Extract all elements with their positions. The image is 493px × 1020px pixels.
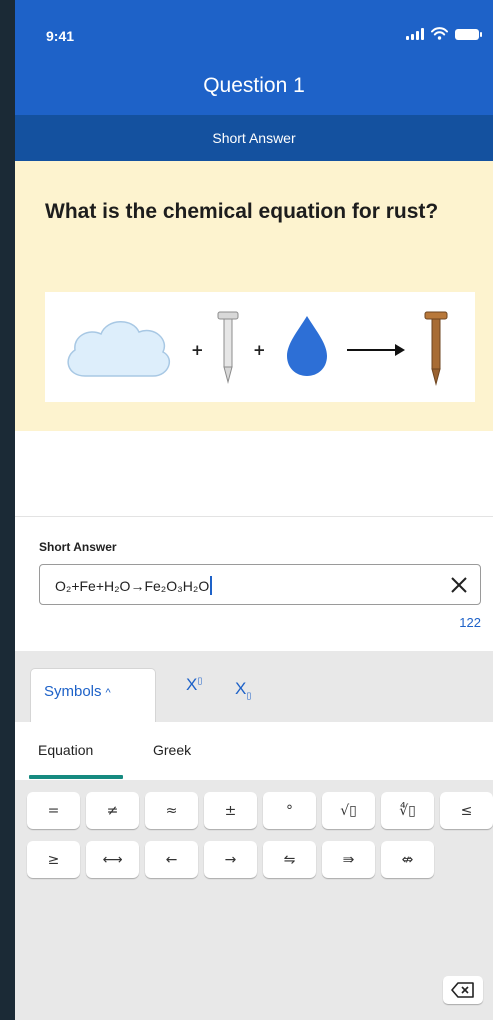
symbol-keyboard: Symbols ^ X▯ X▯ Equation Greek = ≠ ≈ ± ° … <box>15 651 493 1020</box>
plus-icon: + <box>191 341 204 359</box>
key-labeled-equilibrium[interactable]: ⇎ <box>381 841 434 878</box>
category-equation[interactable]: Equation <box>38 742 93 758</box>
key-square-root[interactable]: √▯ <box>322 792 375 829</box>
key-labeled-arrow[interactable]: ⇛ <box>322 841 375 878</box>
character-count: 122 <box>459 615 481 630</box>
key-equals[interactable]: = <box>27 792 80 829</box>
key-plus-minus[interactable]: ± <box>204 792 257 829</box>
phone-screen: 9:41 Question 1 Short Answer What is the… <box>15 0 493 1020</box>
key-double-arrow[interactable]: ⟷ <box>86 841 139 878</box>
tab-subscript[interactable]: X▯ <box>235 679 251 701</box>
active-category-indicator <box>29 775 123 779</box>
chevron-up-icon: ^ <box>105 687 111 699</box>
key-not-equal[interactable]: ≠ <box>86 792 139 829</box>
short-answer-input[interactable]: O₂+Fe+H₂O→Fe₂O₃H₂O <box>39 564 481 605</box>
app-header: 9:41 Question 1 <box>15 0 493 115</box>
backspace-icon[interactable] <box>443 976 483 1004</box>
section-divider <box>15 516 493 517</box>
key-less-equal[interactable]: ≤ <box>440 792 493 829</box>
plus-icon: + <box>253 341 266 359</box>
status-time: 9:41 <box>46 28 75 44</box>
key-left-arrow[interactable]: ← <box>145 841 198 878</box>
arrow-icon <box>347 344 405 356</box>
question-text: What is the chemical equation for rust? <box>45 200 439 223</box>
signal-icon <box>406 28 424 40</box>
clear-icon[interactable] <box>449 575 469 595</box>
answer-text: O₂+Fe+H₂O→Fe₂O₃H₂O <box>55 576 212 595</box>
key-greater-equal[interactable]: ≥ <box>27 841 80 878</box>
keyboard-categories: Equation Greek <box>15 722 493 780</box>
page-title: Question 1 <box>203 74 305 97</box>
rusty-nail-icon <box>424 311 448 386</box>
rust-equation-illustration: + + <box>45 292 475 402</box>
question-type-bar: Short Answer <box>15 115 493 161</box>
nail-icon <box>217 311 239 384</box>
water-drop-icon <box>287 316 327 376</box>
key-equilibrium-arrow[interactable]: ⇋ <box>263 841 316 878</box>
category-greek[interactable]: Greek <box>153 742 191 758</box>
battery-icon <box>455 29 482 40</box>
question-panel: What is the chemical equation for rust? … <box>15 161 493 431</box>
answer-label: Short Answer <box>39 540 117 554</box>
tab-superscript[interactable]: X▯ <box>186 675 202 695</box>
key-approx[interactable]: ≈ <box>145 792 198 829</box>
tab-symbols[interactable]: Symbols ^ <box>30 668 156 723</box>
key-degree[interactable]: ° <box>263 792 316 829</box>
text-caret <box>210 576 212 595</box>
key-right-arrow[interactable]: → <box>204 841 257 878</box>
status-icons <box>406 27 482 40</box>
wifi-icon <box>431 27 448 40</box>
key-nth-root[interactable]: ∜▯ <box>381 792 434 829</box>
keyboard-tabs: Symbols ^ X▯ X▯ <box>15 651 493 723</box>
cloud-icon <box>67 321 171 377</box>
